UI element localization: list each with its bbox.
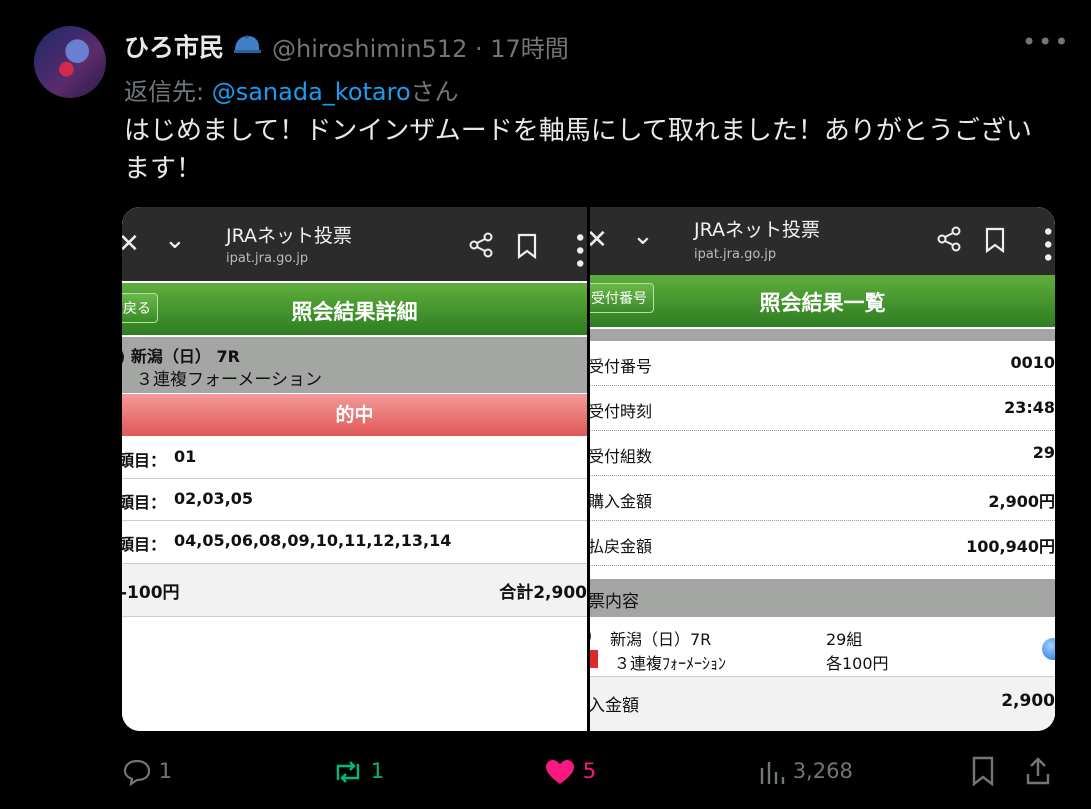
cap-icon bbox=[234, 35, 261, 53]
combo-count: 29組 bbox=[826, 630, 863, 649]
chevron-down-icon: ⌄ bbox=[164, 225, 186, 255]
summary-row: 受付時刻 23:48 bbox=[590, 386, 1055, 431]
ticket-detail: ) 新潟（日）7R ３連複ﾌｫｰﾒｰｼｮﾝ 29組 各100円 bbox=[590, 618, 1055, 677]
browser-bar-left: ✕ ⌄ JRAネット投票 ipat.jra.go.jp ••• bbox=[122, 207, 587, 281]
purchase-total-row: 入金額 2,900 bbox=[590, 677, 1055, 731]
race-line-2: ３連複フォーメーション bbox=[136, 370, 322, 390]
browser-url: ipat.jra.go.jp bbox=[694, 247, 777, 262]
share-icon bbox=[469, 232, 493, 258]
header-title: 照会結果詳細 bbox=[291, 300, 418, 324]
bookmark-button[interactable] bbox=[970, 756, 996, 791]
grey-strip bbox=[590, 329, 1055, 341]
header-bar-left: 戻る 照会結果詳細 bbox=[122, 283, 587, 335]
row-value: 100,940円 bbox=[966, 537, 1055, 556]
separator-dot: · bbox=[475, 35, 491, 63]
kebab-icon: ••• bbox=[1034, 225, 1055, 264]
scroll-button-icon bbox=[1042, 638, 1055, 660]
row-value: 04,05,06,08,09,10,11,12,13,14 bbox=[174, 531, 452, 550]
share-icon bbox=[1026, 757, 1050, 785]
bookmark-icon bbox=[517, 233, 537, 259]
race-info: ) 新潟（日） 7R ３連複フォーメーション bbox=[122, 337, 587, 393]
row-value: 29 bbox=[1032, 443, 1055, 462]
row-value: 01 bbox=[174, 447, 197, 466]
browser-title: JRAネット投票 bbox=[226, 225, 353, 247]
like-count: 5 bbox=[582, 759, 597, 783]
close-icon: ✕ bbox=[122, 229, 140, 259]
views-chart-icon bbox=[760, 762, 785, 784]
selection-row: 頭目： 02,03,05 bbox=[122, 479, 587, 521]
row-label: 受付組数 bbox=[590, 447, 653, 466]
header-title: 照会結果一覧 bbox=[759, 291, 886, 315]
section-title: 票内容 bbox=[590, 592, 639, 612]
screenshot-right: ✕ ⌄ JRAネット投票 ipat.jra.go.jp ••• 受付番号 照会結… bbox=[590, 207, 1055, 731]
close-icon: ✕ bbox=[590, 225, 608, 255]
reply-suffix: さん bbox=[410, 78, 459, 106]
selection-row: 頭目： 04,05,06,08,09,10,11,12,13,14 bbox=[122, 521, 587, 564]
browser-url: ipat.jra.go.jp bbox=[226, 251, 309, 266]
post-time[interactable]: 17時間 bbox=[490, 35, 569, 63]
bookmark-icon bbox=[985, 227, 1005, 253]
row-value: 0010 bbox=[1010, 353, 1055, 372]
row-label: 受付番号 bbox=[590, 357, 653, 376]
share-button[interactable] bbox=[1024, 756, 1052, 791]
unit-price: -100円 bbox=[122, 583, 180, 603]
purchase-label: 入金額 bbox=[590, 696, 639, 716]
reply-count: 1 bbox=[158, 759, 173, 783]
race-line-1: ) 新潟（日） 7R bbox=[122, 347, 240, 366]
author-name[interactable]: ひろ市民 bbox=[124, 28, 224, 64]
summary-row: 払戻金額 100,940円 bbox=[590, 521, 1055, 566]
row-label: 頭目： bbox=[122, 451, 167, 470]
tweet-text: はじめまして！ドンインザムードを軸馬にして取れました！ありがとうございます！ bbox=[124, 116, 1032, 184]
reply-icon bbox=[123, 759, 151, 787]
total-amount: 合計2,900 bbox=[499, 583, 587, 603]
summary-row: 受付番号 0010 bbox=[590, 341, 1055, 386]
author-handle[interactable]: @hiroshimin512 bbox=[272, 35, 467, 63]
selection-row: 頭目： 01 bbox=[122, 437, 587, 479]
repost-icon bbox=[336, 761, 360, 783]
row-label: 頭目： bbox=[122, 535, 167, 554]
ticket-type-badge bbox=[590, 650, 598, 668]
total-row: -100円 合計2,900 bbox=[122, 564, 587, 617]
reply-prefix: 返信先: bbox=[124, 78, 212, 106]
row-label: 払戻金額 bbox=[590, 537, 653, 556]
views-count: 3,268 bbox=[792, 759, 853, 783]
hit-banner: 的中 bbox=[122, 394, 587, 436]
bet-type: ３連複ﾌｫｰﾒｰｼｮﾝ bbox=[614, 654, 727, 673]
share-icon bbox=[937, 226, 961, 252]
repost-button[interactable]: 1 bbox=[332, 758, 384, 786]
chevron-down-icon: ⌄ bbox=[632, 221, 654, 251]
kebab-icon: ••• bbox=[566, 231, 587, 270]
row-value: 2,900円 bbox=[988, 492, 1055, 511]
screenshot-left: ✕ ⌄ JRAネット投票 ipat.jra.go.jp ••• 戻る 照会結果詳… bbox=[122, 207, 587, 731]
row-label: 購入金額 bbox=[590, 492, 653, 511]
bracket-mark: ) bbox=[590, 626, 592, 645]
repost-count: 1 bbox=[370, 759, 385, 783]
reply-to-line: 返信先: @sanada_kotaroさん bbox=[124, 72, 459, 107]
summary-row: 受付組数 29 bbox=[590, 431, 1055, 476]
row-label: 受付時刻 bbox=[590, 402, 653, 421]
author-handle-time: @hiroshimin512 · 17時間 bbox=[272, 29, 569, 64]
reply-button[interactable]: 1 bbox=[122, 758, 173, 787]
row-label: 頭目： bbox=[122, 493, 167, 512]
bookmark-icon bbox=[972, 756, 994, 787]
browser-title: JRAネット投票 bbox=[694, 219, 821, 241]
header-bar-right: 受付番号 照会結果一覧 bbox=[590, 275, 1055, 327]
more-options-button[interactable]: ••• bbox=[1022, 28, 1070, 56]
browser-bar-right: ✕ ⌄ JRAネット投票 ipat.jra.go.jp ••• bbox=[590, 207, 1055, 281]
race-name: 新潟（日）7R bbox=[610, 630, 712, 649]
reply-mention-link[interactable]: @sanada_kotaro bbox=[212, 78, 411, 106]
views-button[interactable]: 3,268 bbox=[758, 758, 853, 786]
purchase-value: 2,900 bbox=[1001, 691, 1055, 711]
section-header: 票内容 bbox=[590, 579, 1055, 617]
tweet-media[interactable]: ✕ ⌄ JRAネット投票 ipat.jra.go.jp ••• 戻る 照会結果詳… bbox=[122, 207, 1055, 731]
heart-icon bbox=[546, 760, 574, 784]
summary-row: 購入金額 2,900円 bbox=[590, 476, 1055, 521]
like-button[interactable]: 5 bbox=[544, 758, 596, 786]
row-value: 23:48 bbox=[1004, 398, 1055, 417]
each-amount: 各100円 bbox=[826, 654, 889, 673]
row-value: 02,03,05 bbox=[174, 489, 253, 508]
avatar[interactable] bbox=[34, 26, 106, 98]
